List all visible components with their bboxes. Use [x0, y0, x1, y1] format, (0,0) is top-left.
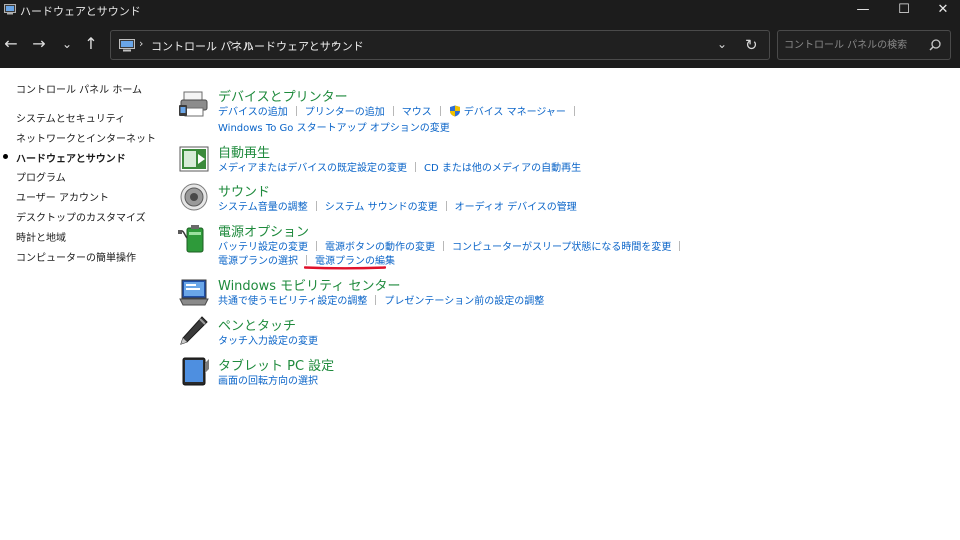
search-icon[interactable]: [928, 38, 942, 52]
back-button[interactable]: ←: [0, 34, 22, 56]
category-autoplay: 自動再生 メディアまたはデバイスの既定設定の変更 CD または他のメディアの自動再…: [178, 142, 738, 174]
cd-autoplay-link[interactable]: CD または他のメディアの自動再生: [424, 163, 581, 174]
breadcrumb-hardware-sound[interactable]: ハードウェアとサウンド: [243, 38, 364, 54]
adjust-volume-link[interactable]: システム音量の調整: [218, 202, 308, 213]
search-input[interactable]: [784, 37, 924, 53]
speaker-icon[interactable]: [178, 181, 210, 213]
battery-icon[interactable]: [178, 222, 210, 254]
category-devices-printers: デバイスとプリンター デバイスの追加 プリンターの追加 マウス デバイス マネージャー…: [178, 86, 738, 134]
add-device-link[interactable]: デバイスの追加: [218, 107, 288, 118]
current-page-bullet: [3, 154, 8, 159]
link-divider: [443, 241, 444, 251]
link-divider: [315, 201, 317, 211]
address-dropdown-button[interactable]: ⌄: [717, 37, 727, 51]
sidebar-item-home[interactable]: コントロール パネル ホーム: [16, 81, 142, 96]
mouse-link[interactable]: マウス: [402, 107, 432, 118]
sleep-time-link[interactable]: コンピューターがスリープ状態になる時間を変更: [452, 242, 671, 253]
mobility-settings-link[interactable]: 共通で使うモビリティ設定の調整: [218, 296, 367, 307]
touch-input-settings-link[interactable]: タッチ入力設定の変更: [218, 336, 318, 347]
sidebar-item-clock-region[interactable]: 時計と地域: [16, 229, 66, 244]
sidebar-item-programs[interactable]: プログラム: [16, 169, 66, 184]
power-links: バッテリ設定の変更 電源ボタンの動作の変更 コンピューターがスリープ状態になる時間を…: [218, 238, 688, 253]
minimize-button[interactable]: —: [840, 0, 886, 22]
link-divider: [439, 106, 441, 116]
link-divider: [445, 201, 447, 211]
refresh-button[interactable]: ↻: [745, 36, 758, 54]
highlight-underline: [304, 266, 386, 270]
breadcrumb-separator[interactable]: ›: [333, 37, 337, 50]
link-divider: [316, 241, 317, 251]
mobility-links: 共通で使うモビリティ設定の調整 プレゼンテーション前の設定の調整: [218, 292, 544, 307]
autoplay-icon[interactable]: [178, 143, 210, 175]
recent-locations-button[interactable]: ⌄: [56, 34, 78, 56]
devices-links: デバイスの追加 プリンターの追加 マウス デバイス マネージャー: [218, 103, 583, 118]
pen-icon[interactable]: [178, 315, 210, 347]
mobility-center-icon[interactable]: [178, 277, 210, 309]
category-pen-touch: ペンとタッチ タッチ入力設定の変更: [178, 315, 738, 347]
device-manager-link[interactable]: デバイス マネージャー: [464, 107, 566, 118]
presentation-settings-link[interactable]: プレゼンテーション前の設定の調整: [384, 296, 544, 307]
sidebar-item-hardware-sound[interactable]: ハードウェアとサウンド: [16, 150, 126, 165]
uac-shield-icon: [449, 105, 460, 117]
category-mobility-center: Windows モビリティ センター 共通で使うモビリティ設定の調整 プレゼンテー…: [178, 275, 738, 307]
power-links-row2: 電源プランの選択 電源プランの編集: [218, 252, 395, 267]
search-box[interactable]: [777, 30, 951, 60]
tablet-links: 画面の回転方向の選択: [218, 372, 318, 387]
address-bar[interactable]: › コントロール パネル › ハードウェアとサウンド › ⌄ ↻: [110, 30, 770, 60]
up-button[interactable]: ↑: [80, 34, 102, 56]
autoplay-links: メディアまたはデバイスの既定設定の変更 CD または他のメディアの自動再生: [218, 159, 581, 174]
tablet-icon[interactable]: [178, 355, 210, 387]
link-divider: [375, 295, 377, 305]
devices-links-row2: Windows To Go スタートアップ オプションの変更: [218, 119, 450, 134]
link-divider: [573, 106, 575, 116]
sidebar: コントロール パネル ホーム システムとセキュリティ ネットワークとインターネッ…: [0, 68, 170, 540]
pen-links: タッチ入力設定の変更: [218, 332, 318, 347]
sidebar-item-system-security[interactable]: システムとセキュリティ: [16, 110, 125, 125]
add-printer-link[interactable]: プリンターの追加: [305, 107, 385, 118]
link-divider: [392, 106, 394, 116]
sidebar-item-network[interactable]: ネットワークとインターネット: [16, 130, 156, 145]
category-power-options: 電源オプション バッテリ設定の変更 電源ボタンの動作の変更 コンピューターがスリープ…: [178, 221, 738, 271]
category-sound: サウンド システム音量の調整 システム サウンドの変更 オーディオ デバイスの管理: [178, 181, 738, 213]
link-divider: [295, 106, 297, 116]
category-tablet-pc: タブレット PC 設定 画面の回転方向の選択: [178, 355, 738, 387]
manage-audio-devices-link[interactable]: オーディオ デバイスの管理: [455, 202, 577, 213]
printer-icon[interactable]: [178, 88, 210, 120]
title-bar: ハードウェアとサウンド — ☐ ✕: [0, 0, 960, 22]
control-panel-icon: [4, 4, 16, 15]
breadcrumb-separator[interactable]: ›: [230, 37, 234, 50]
window-title: ハードウェアとサウンド: [20, 5, 141, 18]
sidebar-item-user-accounts[interactable]: ユーザー アカウント: [16, 189, 109, 204]
sidebar-item-ease-of-access[interactable]: コンピューターの簡単操作: [16, 249, 136, 264]
breadcrumb-control-panel[interactable]: コントロール パネル: [151, 38, 254, 54]
change-system-sounds-link[interactable]: システム サウンドの変更: [325, 202, 438, 213]
link-divider: [415, 162, 416, 172]
navigation-bar: ← → ⌄ ↑ › コントロール パネル › ハードウェアとサウンド › ⌄ ↻: [0, 22, 960, 68]
media-default-settings-link[interactable]: メディアまたはデバイスの既定設定の変更: [218, 163, 407, 174]
screen-rotation-link[interactable]: 画面の回転方向の選択: [218, 376, 318, 387]
sidebar-item-desktop-customization[interactable]: デスクトップのカスタマイズ: [16, 209, 146, 224]
windows-to-go-link[interactable]: Windows To Go スタートアップ オプションの変更: [218, 123, 450, 134]
choose-power-plan-link[interactable]: 電源プランの選択: [218, 256, 298, 267]
close-button[interactable]: ✕: [920, 0, 960, 22]
forward-button[interactable]: →: [28, 34, 50, 56]
control-panel-icon: [119, 39, 135, 52]
sound-links: システム音量の調整 システム サウンドの変更 オーディオ デバイスの管理: [218, 198, 577, 213]
link-divider: [679, 241, 681, 251]
breadcrumb-separator[interactable]: ›: [139, 37, 143, 50]
link-divider: [306, 255, 307, 265]
